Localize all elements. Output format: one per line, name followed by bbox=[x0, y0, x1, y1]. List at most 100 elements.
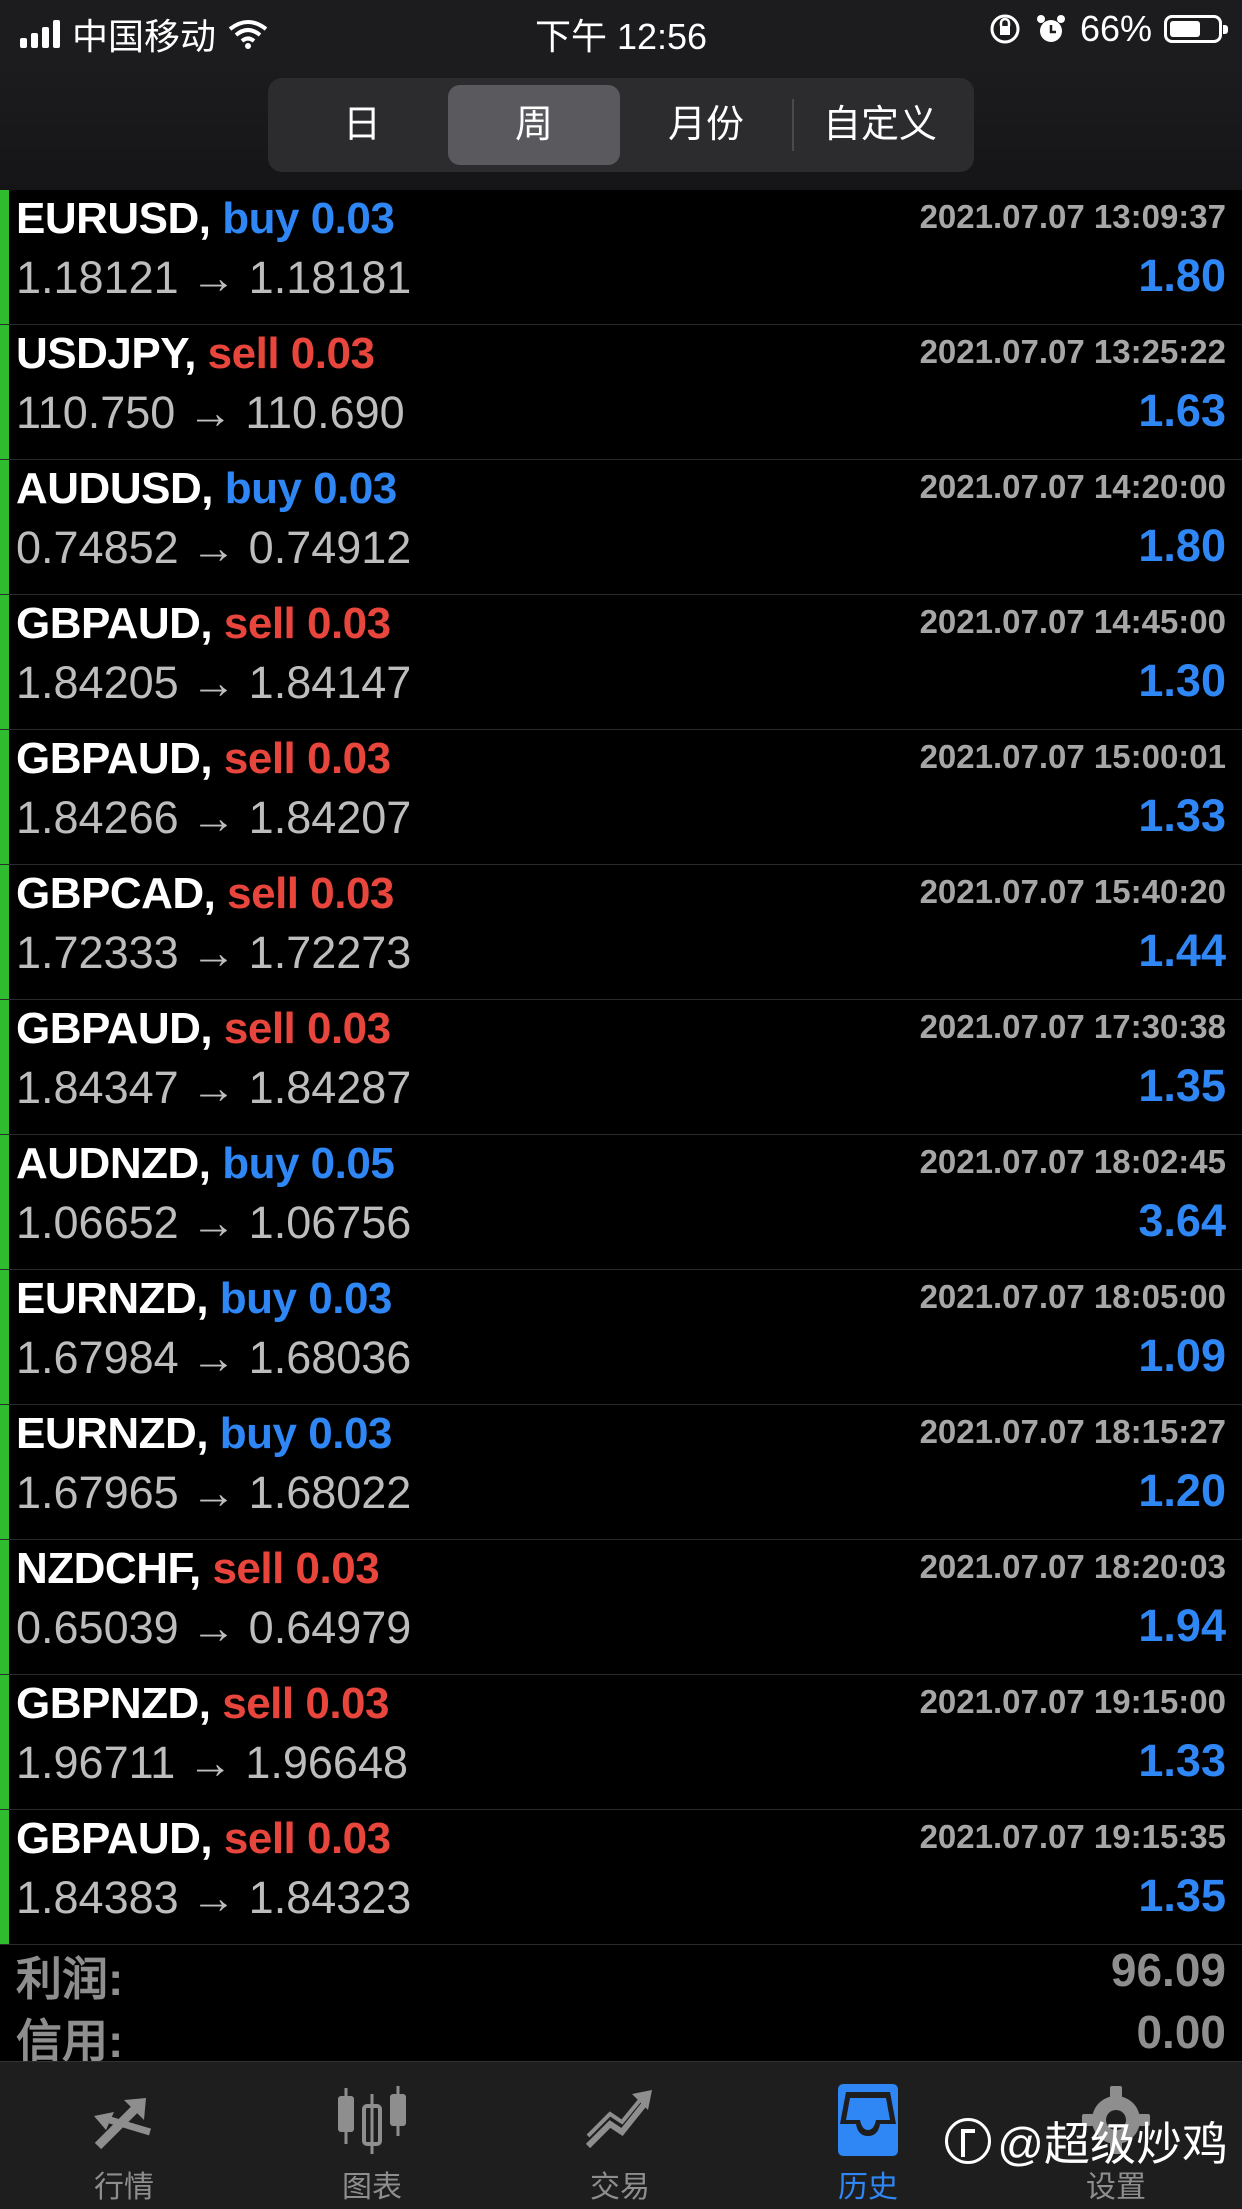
battery-level bbox=[1170, 21, 1200, 37]
trade-symbol: AUDNZD, bbox=[16, 1139, 211, 1188]
trade-prices: 110.750 → 110.690 bbox=[16, 387, 405, 438]
trade-row[interactable]: EURNZD, buy 0.03 2021.07.07 18:05:00 1.6… bbox=[0, 1270, 1242, 1405]
trade-prices: 1.96711 → 1.96648 bbox=[16, 1737, 408, 1788]
trade-title: GBPAUD, sell 0.03 bbox=[16, 1814, 391, 1864]
trade-side: sell 0.03 bbox=[223, 734, 391, 783]
trade-title: GBPCAD, sell 0.03 bbox=[16, 869, 394, 919]
watermark-text: @超级炒鸡 bbox=[997, 2118, 1228, 2170]
trade-prices: 1.72333 → 1.72273 bbox=[16, 927, 412, 978]
trade-close-time: 2021.07.07 13:25:22 bbox=[919, 333, 1226, 370]
trade-prices: 1.84205 → 1.84147 bbox=[16, 657, 412, 708]
period-segmented-control: 日 周 月份 自定义 bbox=[268, 78, 974, 172]
trade-title: EURNZD, buy 0.03 bbox=[16, 1409, 392, 1459]
trade-title: EURNZD, buy 0.03 bbox=[16, 1274, 392, 1324]
trade-close-time: 2021.07.07 13:09:37 bbox=[919, 198, 1226, 235]
trade-profit: 1.80 bbox=[1138, 250, 1226, 301]
trade-row[interactable]: EURUSD, buy 0.03 2021.07.07 13:09:37 1.1… bbox=[0, 190, 1242, 325]
orientation-lock-icon bbox=[990, 14, 1020, 44]
trade-title: USDJPY, sell 0.03 bbox=[16, 329, 375, 379]
trade-prices: 1.18121 → 1.18181 bbox=[16, 252, 412, 303]
trade-title: GBPAUD, sell 0.03 bbox=[16, 734, 391, 784]
quotes-arrows-icon bbox=[94, 2098, 152, 2150]
tab-label: 图表 bbox=[342, 2171, 402, 2204]
trade-symbol: GBPAUD, bbox=[16, 1814, 213, 1863]
trade-history-list: EURUSD, buy 0.03 2021.07.07 13:09:37 1.1… bbox=[0, 190, 1242, 1945]
account-summary: 利润: 96.09 信用: 0.00 bbox=[0, 1937, 1242, 2061]
trade-side: sell 0.03 bbox=[207, 329, 375, 378]
trade-close-time: 2021.07.07 18:05:00 bbox=[919, 1278, 1226, 1315]
trade-row[interactable]: GBPAUD, sell 0.03 2021.07.07 15:00:01 1.… bbox=[0, 730, 1242, 865]
tab-history[interactable]: 历史 bbox=[768, 2062, 968, 2209]
watermark-logo-icon bbox=[945, 2118, 992, 2164]
trade-row[interactable]: USDJPY, sell 0.03 2021.07.07 13:25:22 11… bbox=[0, 325, 1242, 460]
trade-profit: 1.94 bbox=[1138, 1600, 1226, 1651]
tab-charts[interactable]: 图表 bbox=[272, 2062, 472, 2209]
trade-prices: 1.84383 → 1.84323 bbox=[16, 1872, 412, 1923]
trade-side: sell 0.03 bbox=[222, 1679, 389, 1728]
trade-row[interactable]: GBPCAD, sell 0.03 2021.07.07 15:40:20 1.… bbox=[0, 865, 1242, 1000]
trade-row[interactable]: EURNZD, buy 0.03 2021.07.07 18:15:27 1.6… bbox=[0, 1405, 1242, 1540]
trade-close-time: 2021.07.07 18:15:27 bbox=[919, 1413, 1226, 1450]
trade-symbol: EURNZD, bbox=[16, 1274, 209, 1323]
period-month-button[interactable]: 月份 bbox=[620, 85, 792, 165]
summary-profit-row: 利润: 96.09 bbox=[0, 1937, 1242, 2005]
trade-side: sell 0.03 bbox=[223, 1814, 391, 1863]
trade-profit: 1.33 bbox=[1138, 790, 1226, 841]
period-day-button[interactable]: 日 bbox=[276, 85, 448, 165]
trade-prices: 1.67984 → 1.68036 bbox=[16, 1332, 412, 1383]
trade-symbol: EURNZD, bbox=[16, 1409, 209, 1458]
tab-label: 历史 bbox=[838, 2171, 898, 2204]
trade-symbol: GBPCAD, bbox=[16, 869, 216, 918]
trade-side: sell 0.03 bbox=[223, 1004, 391, 1053]
trade-title: EURUSD, buy 0.03 bbox=[16, 194, 395, 244]
candlestick-chart-icon bbox=[338, 2086, 406, 2154]
trade-trend-icon bbox=[585, 2090, 652, 2149]
trade-title: AUDUSD, buy 0.03 bbox=[16, 464, 397, 514]
tab-label: 交易 bbox=[590, 2171, 650, 2204]
history-inbox-icon bbox=[838, 2084, 898, 2156]
trade-symbol: GBPAUD, bbox=[16, 1004, 213, 1053]
trade-prices: 1.84266 → 1.84207 bbox=[16, 792, 412, 843]
trade-row[interactable]: GBPAUD, sell 0.03 2021.07.07 19:15:35 1.… bbox=[0, 1810, 1242, 1945]
profit-value: 96.09 bbox=[1110, 1944, 1226, 1996]
watermark: @超级炒鸡 bbox=[945, 2108, 1228, 2174]
period-custom-button[interactable]: 自定义 bbox=[794, 85, 966, 165]
trade-row[interactable]: GBPAUD, sell 0.03 2021.07.07 17:30:38 1.… bbox=[0, 1000, 1242, 1135]
tab-trade[interactable]: 交易 bbox=[520, 2062, 720, 2209]
trade-row[interactable]: AUDNZD, buy 0.05 2021.07.07 18:02:45 1.0… bbox=[0, 1135, 1242, 1270]
alarm-icon bbox=[1036, 15, 1065, 42]
trade-title: AUDNZD, buy 0.05 bbox=[16, 1139, 395, 1189]
credit-value: 0.00 bbox=[1136, 2006, 1226, 2058]
trade-row[interactable]: GBPAUD, sell 0.03 2021.07.07 14:45:00 1.… bbox=[0, 595, 1242, 730]
trade-title: NZDCHF, sell 0.03 bbox=[16, 1544, 380, 1594]
trade-close-time: 2021.07.07 14:45:00 bbox=[919, 603, 1226, 640]
trade-prices: 0.65039 → 0.64979 bbox=[16, 1602, 412, 1653]
trade-side: sell 0.03 bbox=[212, 1544, 380, 1593]
trade-side: buy 0.03 bbox=[219, 1409, 393, 1458]
trade-profit: 1.33 bbox=[1138, 1735, 1226, 1786]
trade-title: GBPAUD, sell 0.03 bbox=[16, 1004, 391, 1054]
trade-close-time: 2021.07.07 19:15:35 bbox=[919, 1818, 1226, 1855]
trade-prices: 0.74852 → 0.74912 bbox=[16, 522, 412, 573]
trade-symbol: AUDUSD, bbox=[16, 464, 213, 513]
trade-prices: 1.84347 → 1.84287 bbox=[16, 1062, 412, 1113]
summary-credit-row: 信用: 0.00 bbox=[0, 1999, 1242, 2061]
trade-side: buy 0.03 bbox=[222, 194, 395, 243]
trade-close-time: 2021.07.07 14:20:00 bbox=[919, 468, 1226, 505]
trade-side: buy 0.03 bbox=[224, 464, 398, 513]
trade-prices: 1.67965 → 1.68022 bbox=[16, 1467, 412, 1518]
trade-row[interactable]: AUDUSD, buy 0.03 2021.07.07 14:20:00 0.7… bbox=[0, 460, 1242, 595]
trade-side: sell 0.03 bbox=[227, 869, 394, 918]
battery-icon bbox=[1164, 15, 1228, 43]
trade-close-time: 2021.07.07 15:00:01 bbox=[919, 738, 1226, 775]
credit-label: 信用: bbox=[16, 2015, 124, 2061]
trade-profit: 1.09 bbox=[1138, 1330, 1226, 1381]
trade-prices: 1.06652 → 1.06756 bbox=[16, 1197, 412, 1248]
tab-label: 行情 bbox=[94, 2171, 154, 2204]
trade-row[interactable]: GBPNZD, sell 0.03 2021.07.07 19:15:00 1.… bbox=[0, 1675, 1242, 1810]
trade-profit: 1.30 bbox=[1138, 655, 1226, 706]
trade-row[interactable]: NZDCHF, sell 0.03 2021.07.07 18:20:03 0.… bbox=[0, 1540, 1242, 1675]
tab-quotes[interactable]: 行情 bbox=[24, 2062, 224, 2209]
trade-close-time: 2021.07.07 18:02:45 bbox=[919, 1143, 1226, 1180]
period-week-button[interactable]: 周 bbox=[448, 85, 620, 165]
